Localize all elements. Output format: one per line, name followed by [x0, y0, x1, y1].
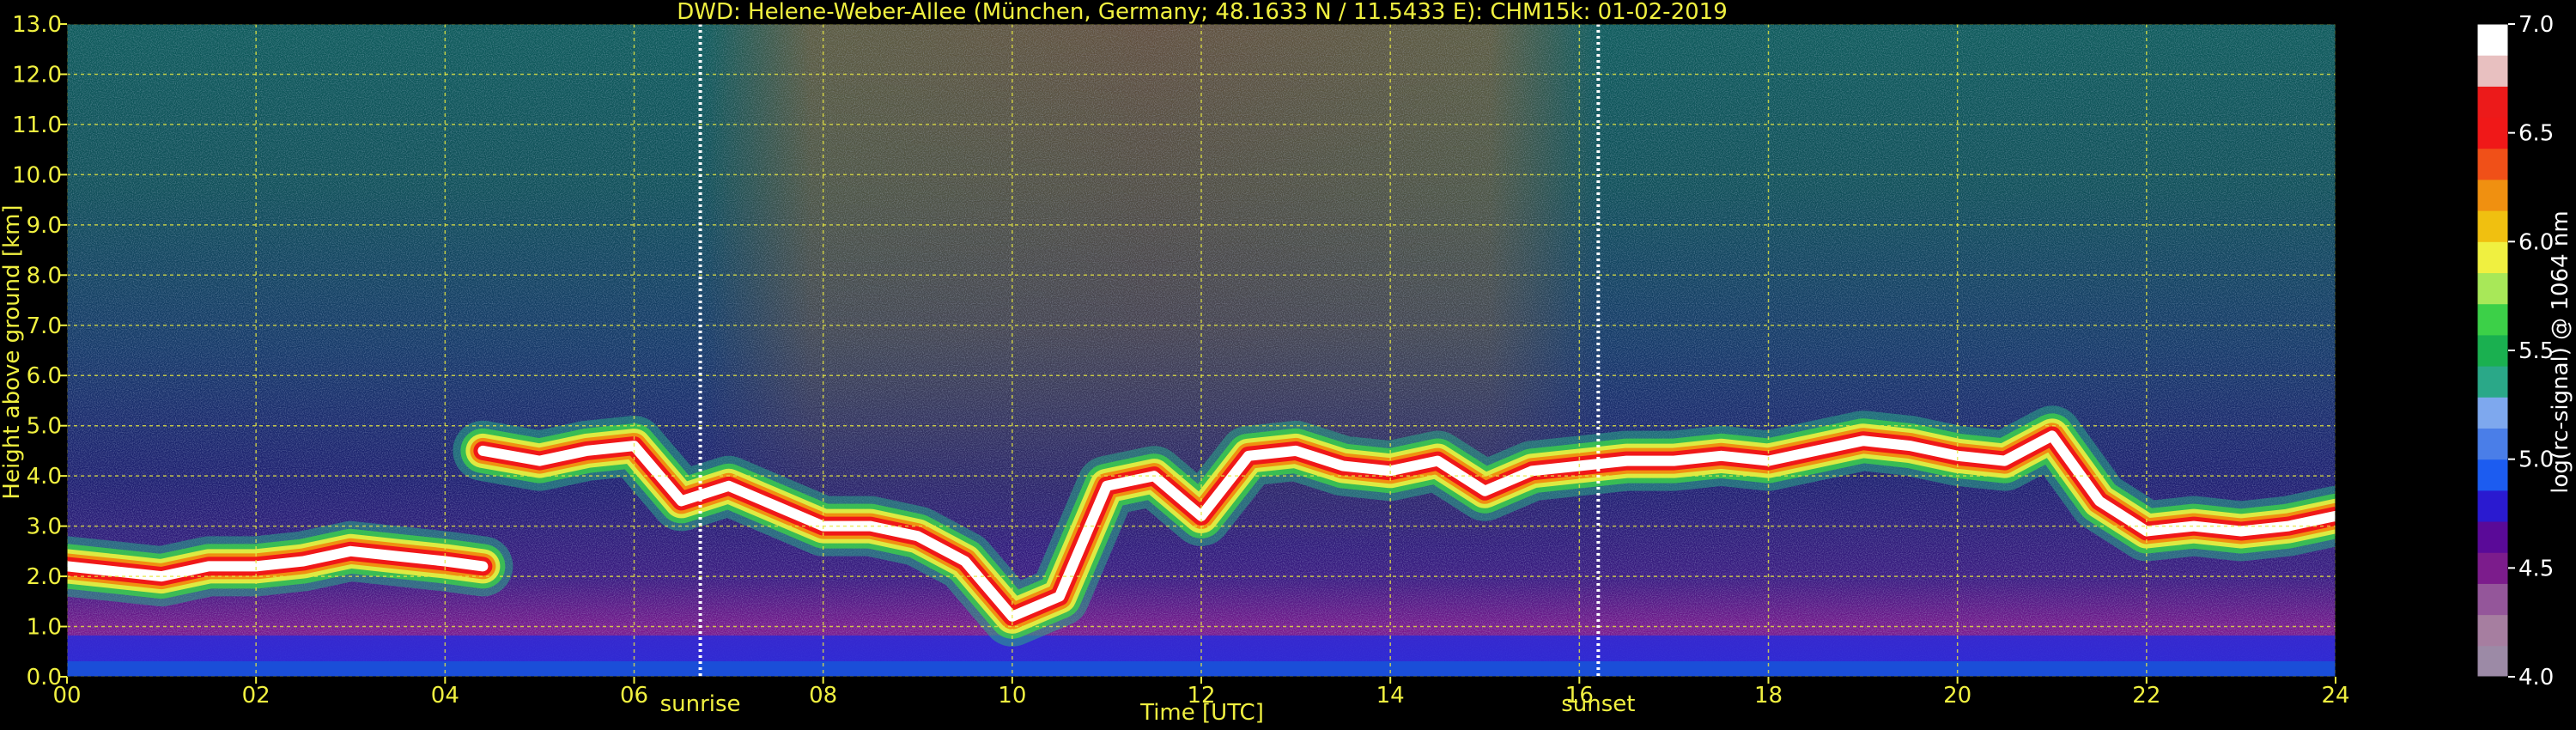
colorbar-stripe-8: [2477, 397, 2508, 429]
x-tick-label-12: 24: [2321, 683, 2349, 709]
colorbar-stripe-19: [2477, 55, 2508, 87]
colorbar-tick-label-6: 7.0: [2518, 12, 2554, 38]
colorbar-stripe-9: [2477, 366, 2508, 398]
x-tick-label-1: 02: [242, 683, 270, 709]
y-tick-label-10: 10.0: [12, 162, 62, 188]
colorbar-stripe-4: [2477, 521, 2508, 553]
colorbar-stripe-7: [2477, 428, 2508, 460]
colorbar-label: log(rc-signal) @ 1064 nm: [2548, 210, 2573, 493]
y-axis-label: Height above ground [km]: [0, 204, 25, 499]
colorbar-tick-label-0: 4.0: [2518, 665, 2554, 690]
colorbar-stripe-12: [2477, 272, 2508, 305]
colorbar-stripe-5: [2477, 490, 2508, 522]
colorbar-stripe-0: [2477, 645, 2508, 678]
colorbar-stripe-10: [2477, 334, 2508, 367]
colorbar-stripe-20: [2477, 24, 2508, 56]
ceilometer-backscatter-chart: 00 02 04 06 08 10 12 14 16 18 20 22 24 0.01.02.03.04…: [0, 0, 2573, 726]
colorbar-stripe-6: [2477, 459, 2508, 491]
y-tick-label-3: 3.0: [27, 514, 62, 540]
x-tick-label-2: 04: [431, 683, 459, 709]
colorbar-stripes: [2477, 24, 2508, 678]
y-tick-label-11: 11.0: [12, 113, 62, 138]
colorbar-stripe-11: [2477, 303, 2508, 336]
y-tick-label-5: 5.0: [27, 414, 62, 440]
colorbar-stripe-3: [2477, 552, 2508, 584]
marker-label-sunrise: sunrise: [660, 691, 741, 717]
y-tick-label-1: 1.0: [27, 615, 62, 641]
colorbar-stripe-15: [2477, 179, 2508, 211]
y-tick-label-4: 4.0: [27, 464, 62, 490]
x-tick-label-10: 20: [1943, 683, 1971, 709]
colorbar-stripe-1: [2477, 614, 2508, 647]
colorbar-stripe-13: [2477, 241, 2508, 274]
colorbar-tick-label-1: 4.5: [2518, 556, 2554, 581]
x-tick-label-5: 10: [998, 683, 1026, 709]
x-tick-label-9: 18: [1754, 683, 1783, 709]
y-tick-label-0: 0.0: [27, 665, 62, 690]
x-tick-label-7: 14: [1376, 683, 1405, 709]
y-tick-label-2: 2.0: [27, 564, 62, 590]
y-tick-label-6: 6.0: [27, 363, 62, 389]
plot-area: [67, 24, 2336, 677]
colorbar-stripe-17: [2477, 117, 2508, 149]
colorbar-stripe-18: [2477, 86, 2508, 119]
y-tick-label-8: 8.0: [27, 263, 62, 289]
y-tick-label-13: 13.0: [12, 12, 62, 38]
chart-title: DWD: Helene-Weber-Allee (München, German…: [677, 0, 1728, 25]
x-tick-label-11: 22: [2132, 683, 2160, 709]
x-axis-label: Time [UTC]: [1139, 700, 1264, 726]
y-tick-label-12: 12.0: [12, 62, 62, 88]
y-tick-label-9: 9.0: [27, 213, 62, 239]
colorbar-stripe-16: [2477, 148, 2508, 180]
marker-label-sunset: sunset: [1561, 691, 1635, 717]
y-tick-label-7: 7.0: [27, 313, 62, 339]
colorbar-stripe-14: [2477, 210, 2508, 242]
colorbar-tick-label-5: 6.5: [2518, 121, 2554, 147]
x-tick-label-4: 08: [809, 683, 837, 709]
colorbar: 4.04.55.05.56.06.57.0 log(rc-signal) @ 1…: [2476, 12, 2573, 690]
x-tick-label-3: 06: [620, 683, 648, 709]
colorbar-stripe-2: [2477, 583, 2508, 616]
